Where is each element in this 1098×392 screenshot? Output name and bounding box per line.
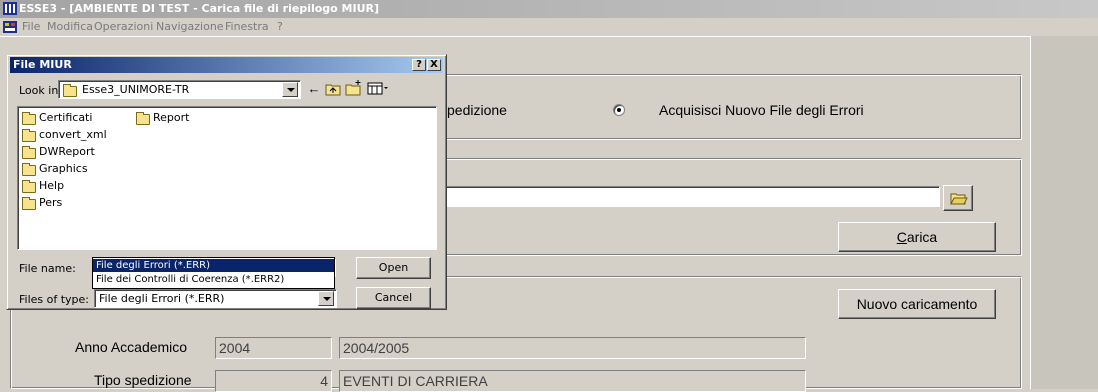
help-button[interactable]: ?	[412, 59, 426, 71]
anno-accademico-desc: 2004/2005	[339, 337, 806, 359]
look-in-combo[interactable]: Esse3_UNIMORE-TR	[58, 80, 301, 99]
carica-button[interactable]: Carica	[838, 222, 996, 252]
anno-accademico-label: Anno Accademico	[75, 339, 188, 355]
window-title: ESSE3 - [AMBIENTE DI TEST - Carica file …	[19, 2, 380, 15]
radio-dot	[617, 108, 621, 112]
file-path-input[interactable]	[444, 186, 940, 207]
nuovo-caricamento-button[interactable]: Nuovo caricamento	[838, 289, 996, 319]
app-icon	[3, 2, 17, 15]
type-option-err[interactable]: File degli Errori (*.ERR)	[93, 259, 334, 272]
file-name-label: File name:	[19, 262, 76, 275]
up-folder-icon[interactable]	[325, 82, 341, 96]
folder-icon	[22, 146, 36, 159]
folder-icon	[63, 84, 77, 97]
anno-accademico-code: 2004	[215, 337, 332, 359]
file-list[interactable]: Certificati convert_xml DWReport Graphic…	[17, 106, 437, 250]
radio-new-errors[interactable]	[613, 104, 625, 116]
option-new-errors-label: Acquisisci Nuovo File degli Errori	[659, 102, 864, 118]
folder-icon	[22, 197, 36, 210]
browse-button[interactable]	[943, 185, 973, 211]
menu-finestra[interactable]: Finestra	[225, 20, 269, 33]
new-folder-icon[interactable]	[345, 80, 363, 96]
folder-icon	[136, 112, 150, 125]
cancel-button[interactable]: Cancel	[356, 287, 431, 309]
folder-icon	[22, 180, 36, 193]
folder-icon	[22, 112, 36, 125]
files-of-type-dropdown: File degli Errori (*.ERR) File dei Contr…	[92, 257, 335, 289]
open-button[interactable]: Open	[356, 257, 431, 279]
view-menu-icon[interactable]	[367, 82, 389, 95]
folder-icon	[22, 163, 36, 176]
window-titlebar: ESSE3 - [AMBIENTE DI TEST - Carica file …	[0, 0, 1098, 18]
files-of-type-combo[interactable]: File degli Errori (*.ERR)	[94, 289, 337, 308]
folder-icon	[22, 129, 36, 142]
look-in-value: Esse3_UNIMORE-TR	[82, 83, 190, 96]
files-of-type-label: Files of type:	[19, 293, 90, 306]
back-arrow-icon[interactable]: ←	[305, 81, 323, 97]
menu-file[interactable]: File	[22, 20, 40, 33]
menu-operazioni[interactable]: Operazioni	[94, 20, 153, 33]
type-option-err2[interactable]: File dei Controlli di Coerenza (*.ERR2)	[93, 273, 334, 286]
tipo-spedizione-label: Tipo spedizione	[94, 372, 192, 388]
dialog-titlebar: File MIUR ? X	[10, 57, 443, 73]
menu-help[interactable]: ?	[277, 20, 283, 33]
menu-navigazione[interactable]: Navigazione	[156, 20, 224, 33]
document-icon	[3, 21, 17, 33]
menu-modifica[interactable]: Modifica	[47, 20, 93, 33]
close-button[interactable]: X	[427, 59, 441, 71]
chevron-down-icon[interactable]	[282, 82, 298, 97]
option-partial-label: pedizione	[447, 102, 507, 118]
menu-bar: File Modifica Operazioni Navigazione Fin…	[0, 19, 1098, 35]
dialog-title: File MIUR	[13, 58, 72, 71]
open-folder-icon	[950, 193, 968, 205]
chevron-down-icon[interactable]	[318, 291, 334, 306]
right-panel	[1030, 36, 1098, 389]
look-in-label: Look in:	[19, 84, 62, 97]
